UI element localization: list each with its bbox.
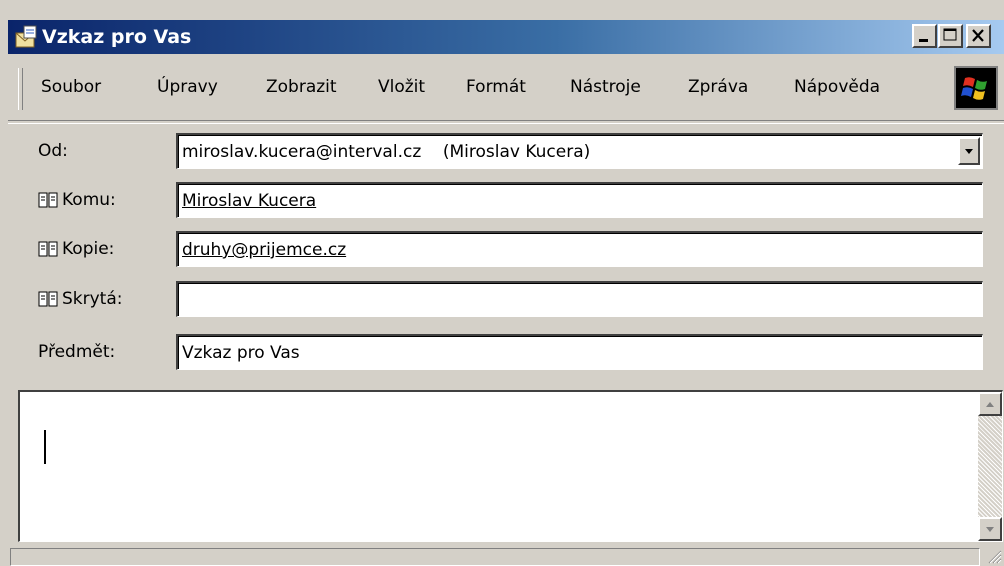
scroll-up-button[interactable] (978, 392, 1002, 416)
to-value[interactable]: Miroslav Kucera (182, 189, 316, 213)
address-book-icon[interactable] (38, 191, 58, 209)
title-bar[interactable]: Vzkaz pro Vas (8, 20, 1004, 54)
vertical-scrollbar[interactable] (978, 392, 1002, 541)
compose-window: Vzkaz pro Vas Soubor Úpravy Zobrazit Vlo… (0, 0, 1004, 566)
from-select[interactable]: miroslav.kucera@interval.cz (Miroslav Ku… (176, 133, 983, 169)
maximize-icon (943, 28, 957, 41)
status-pane (10, 548, 980, 566)
menu-napoveda[interactable]: Nápověda (794, 72, 880, 102)
from-dropdown-button[interactable] (958, 137, 980, 165)
menu-upravy[interactable]: Úpravy (157, 72, 218, 102)
arrow-up-icon (986, 402, 994, 407)
menu-soubor[interactable]: Soubor (41, 72, 101, 102)
menu-zobrazit[interactable]: Zobrazit (266, 72, 337, 102)
menu-vlozit[interactable]: Vložit (378, 72, 425, 102)
close-button[interactable] (966, 24, 991, 48)
menu-format[interactable]: Formát (466, 72, 526, 102)
close-icon (972, 29, 984, 42)
maximize-button[interactable] (938, 24, 963, 48)
message-body[interactable] (18, 390, 1003, 542)
cc-label: Kopie: (62, 239, 115, 259)
window-title: Vzkaz pro Vas (42, 26, 192, 48)
menu-separator (8, 120, 1004, 124)
resize-grip-icon[interactable] (986, 548, 1002, 564)
menu-zprava[interactable]: Zpráva (688, 72, 748, 102)
from-label: Od: (38, 141, 68, 161)
subject-field[interactable]: Vzkaz pro Vas (176, 334, 983, 370)
address-book-icon[interactable] (38, 290, 58, 308)
menu-bar: Soubor Úpravy Zobrazit Vložit Formát Nás… (8, 58, 1004, 120)
from-value: miroslav.kucera@interval.cz (Miroslav Ku… (182, 142, 591, 162)
scroll-down-button[interactable] (978, 517, 1002, 541)
menu-grip[interactable] (18, 68, 23, 110)
bcc-label: Skrytá: (62, 289, 123, 309)
text-caret (44, 430, 46, 464)
status-bar (8, 548, 1004, 566)
cc-field[interactable]: druhy@prijemce.cz (176, 231, 983, 267)
menu-nastroje[interactable]: Nástroje (570, 72, 641, 102)
to-label: Komu: (62, 190, 116, 210)
subject-value: Vzkaz pro Vas (182, 343, 300, 363)
arrow-down-icon (986, 527, 994, 532)
subject-label: Předmět: (38, 342, 116, 362)
minimize-icon (919, 39, 928, 42)
address-book-icon[interactable] (38, 240, 58, 258)
chevron-down-icon (965, 149, 973, 154)
to-field[interactable]: Miroslav Kucera (176, 182, 983, 218)
minimize-button[interactable] (912, 24, 937, 48)
windows-logo-icon (954, 66, 998, 110)
bcc-field[interactable] (176, 281, 983, 317)
cc-value[interactable]: druhy@prijemce.cz (182, 238, 346, 262)
envelope-icon (15, 25, 37, 48)
